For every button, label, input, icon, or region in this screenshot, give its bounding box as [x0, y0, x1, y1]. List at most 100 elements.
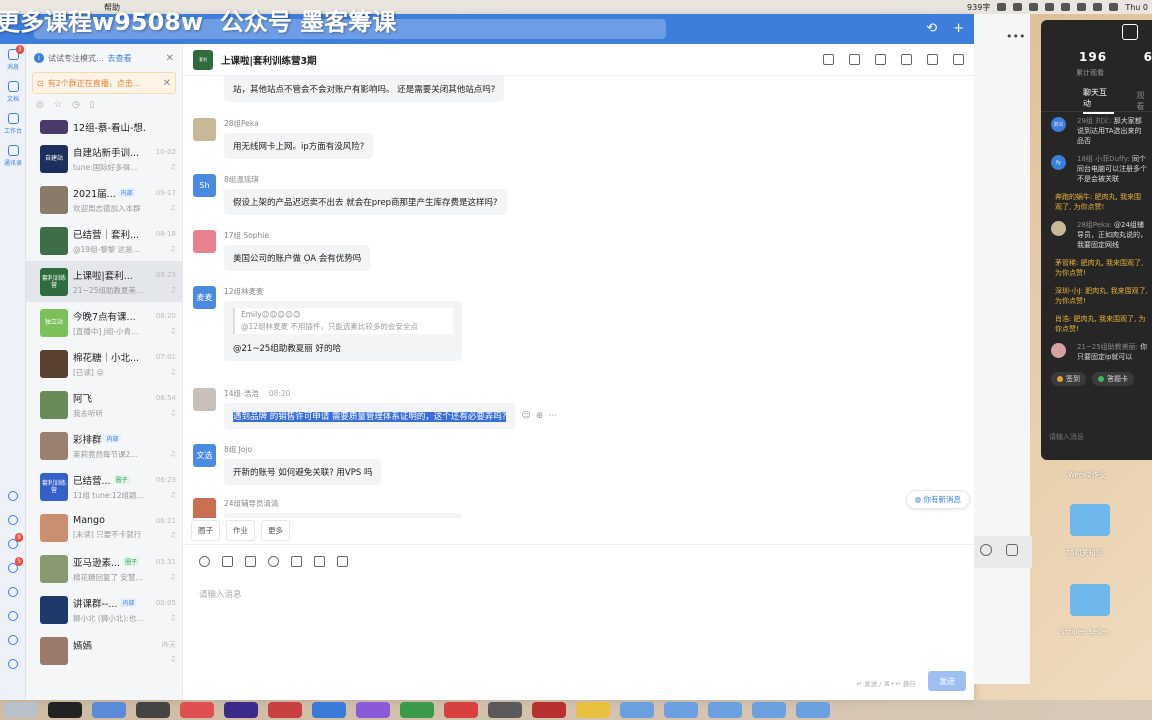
folder-label[interactable]: Shopee Seller	[1060, 628, 1108, 636]
status-icon[interactable]	[997, 3, 1007, 11]
dock-app-icon[interactable]	[400, 702, 434, 718]
new-message-button[interactable]: ◍ 你有新消息	[905, 490, 970, 509]
at-icon[interactable]: ◎	[36, 100, 44, 110]
quick-tag-circle[interactable]: 圈子	[191, 520, 220, 541]
folder-label[interactable]: TA相关知识	[1066, 548, 1103, 558]
message-bubble[interactable]: 遇到品牌 的销售许可申请 需要质量管理体系证明的，这个还有必要弄吗?	[224, 403, 516, 429]
avatar[interactable]	[40, 431, 68, 460]
message-input[interactable]: 请输入消息	[199, 588, 242, 600]
conversation-item[interactable]: 彩排群 内部 莱莉竟然每节课2... ♫	[26, 425, 182, 466]
dock-app-icon[interactable]	[708, 702, 742, 718]
rail-calendar[interactable]	[0, 508, 26, 532]
rail-phone[interactable]	[0, 628, 26, 652]
selected-text[interactable]: 遇到品牌 的销售许可申请 需要质量管理体系证明的，这个还有必要弄吗?	[233, 412, 507, 422]
conversation-item[interactable]: 阿飞 06:54 我去听听 ♫	[26, 384, 182, 425]
message-bubble[interactable]: 用无线网卡上网。ip方面有没风险?	[224, 133, 374, 159]
like-icon[interactable]	[222, 556, 233, 567]
message-bubble[interactable]: 美国公司的账户做 OA 会有优势吗	[224, 245, 371, 271]
avatar[interactable]	[40, 226, 68, 255]
conversation-item[interactable]: 2021届... 内部 09-17 欢迎周志德加入本群 ♫	[26, 179, 182, 220]
rail-item-docs[interactable]: 文档	[0, 76, 26, 108]
send-button[interactable]: 发送	[928, 671, 966, 691]
avatar[interactable]: 麦麦	[193, 286, 216, 309]
message-bubble[interactable]: 站，其他站点不管会不会对账户有影响吗。 还是需要关闭其他站点吗?	[224, 76, 505, 102]
dock-app-icon[interactable]	[620, 702, 654, 718]
mention-icon[interactable]	[268, 556, 279, 567]
conversation-item[interactable]: 亚马逊素... 圈子 03:31 棉花糖回复了 安慧... ♫	[26, 548, 182, 589]
close-icon[interactable]: ✕	[163, 78, 171, 89]
dock-app-icon[interactable]	[664, 702, 698, 718]
more-icon[interactable]: ⋯	[548, 411, 557, 421]
add-member-icon[interactable]	[927, 54, 938, 65]
scissors-icon[interactable]	[245, 556, 256, 567]
rail-approvals[interactable]: 5	[0, 556, 26, 580]
dock-app-icon[interactable]	[532, 702, 566, 718]
schedule-icon[interactable]	[337, 556, 348, 567]
dock-app-icon[interactable]	[312, 702, 346, 718]
clock[interactable]: Thu 0	[1125, 3, 1148, 12]
folder-icon[interactable]	[1070, 504, 1110, 536]
search-icon[interactable]	[901, 54, 912, 65]
dock-app-icon[interactable]	[224, 702, 258, 718]
rail-box[interactable]	[0, 652, 26, 676]
rail-meeting[interactable]	[0, 604, 26, 628]
avatar[interactable]	[40, 185, 68, 214]
avatar[interactable]: 自建站	[40, 144, 68, 173]
quick-tag-more[interactable]: 更多	[261, 520, 290, 541]
record-icon[interactable]	[980, 544, 992, 556]
message-bubble[interactable]	[224, 513, 462, 518]
avatar[interactable]	[193, 118, 216, 141]
quick-tag-homework[interactable]: 作业	[226, 520, 255, 541]
conversation-item[interactable]: 嫣嫣 昨天 ♫	[26, 630, 182, 671]
dock-app-icon[interactable]	[576, 702, 610, 718]
avatar[interactable]	[40, 554, 68, 583]
dock-app-icon[interactable]	[4, 702, 38, 718]
conversation-item[interactable]: 12组-蔡-看山-想...	[26, 116, 182, 138]
dock-app-icon[interactable]	[48, 702, 82, 718]
search-icon[interactable]	[1093, 3, 1103, 11]
avatar[interactable]	[40, 595, 68, 624]
avatar[interactable]: 文选	[193, 444, 216, 467]
emoji-icon[interactable]	[199, 556, 210, 567]
tab-chat[interactable]: 聊天互动	[1083, 87, 1115, 114]
folder-icon[interactable]	[1070, 584, 1110, 616]
conversation-item[interactable]: 讲课群--... 内部 00:05 狮小北 (狮小北):也... ♫	[26, 589, 182, 630]
desktop-label[interactable]: Week2作业	[1068, 470, 1106, 480]
file-icon[interactable]	[291, 556, 302, 567]
avatar[interactable]: 独立站	[40, 308, 68, 337]
dock-app-icon[interactable]	[488, 702, 522, 718]
reply-icon[interactable]: ⊕	[536, 411, 544, 421]
conversation-item[interactable]: 已结营｜套利... 08-18 @19组-黎黎 这是... ♫	[26, 220, 182, 261]
dock-app-icon[interactable]	[444, 702, 478, 718]
status-icon[interactable]	[1045, 3, 1055, 11]
rail-item-messages[interactable]: 3 消息	[0, 44, 26, 76]
conversation-item[interactable]: 自建站 自建站新手训... 10-02 tune:国际好多得... ♫	[26, 138, 182, 179]
add-icon[interactable]: +	[953, 21, 964, 36]
avatar[interactable]	[40, 636, 68, 665]
avatar[interactable]: 套利训练营	[40, 267, 68, 296]
tip-link[interactable]: 去查看	[108, 53, 132, 64]
lightning-icon[interactable]	[314, 556, 325, 567]
control-center-icon[interactable]	[1109, 3, 1119, 11]
dock-app-icon[interactable]	[356, 702, 390, 718]
volume-icon[interactable]	[1061, 3, 1071, 11]
doc-icon[interactable]: ▯	[90, 100, 95, 110]
conversation-item[interactable]: 套利训练营 上课啦|套利... 08:23 21~25组助教夏美... ♫	[26, 261, 182, 302]
live-chat-input[interactable]: 请输入消息	[1049, 432, 1084, 442]
quoted-message[interactable]: Emily😊😊😊😊😊 @12组林麦麦 不用插件，只能选素比较多的会安全点	[233, 308, 453, 334]
announce-icon[interactable]	[849, 54, 860, 65]
dock-app-icon[interactable]	[796, 702, 830, 718]
phone-icon[interactable]	[1006, 544, 1018, 556]
avatar[interactable]: Sh	[193, 174, 216, 197]
live-notice[interactable]: ⊡ 有2个群正在直播，点击... ✕	[32, 72, 176, 94]
emoji-reaction-icon[interactable]: ☺	[521, 411, 530, 421]
avatar[interactable]	[193, 498, 216, 518]
dock-app-icon[interactable]	[180, 702, 214, 718]
avatar[interactable]	[40, 390, 68, 419]
conversation-item[interactable]: 套利训练营 已结营... 圈子 06:23 11组 tune:12组颖... ♫	[26, 466, 182, 507]
avatar[interactable]	[193, 388, 216, 411]
chat-title[interactable]: 上课啦|套利训练营3期	[221, 53, 317, 67]
status-icon[interactable]	[1013, 3, 1023, 11]
conversation-item[interactable]: 棉花糖｜小北... 07:01 [已读] 😜 ♫	[26, 343, 182, 384]
message-bubble[interactable]: Emily😊😊😊😊😊 @12组林麦麦 不用插件，只能选素比较多的会安全点 @21…	[224, 301, 462, 361]
